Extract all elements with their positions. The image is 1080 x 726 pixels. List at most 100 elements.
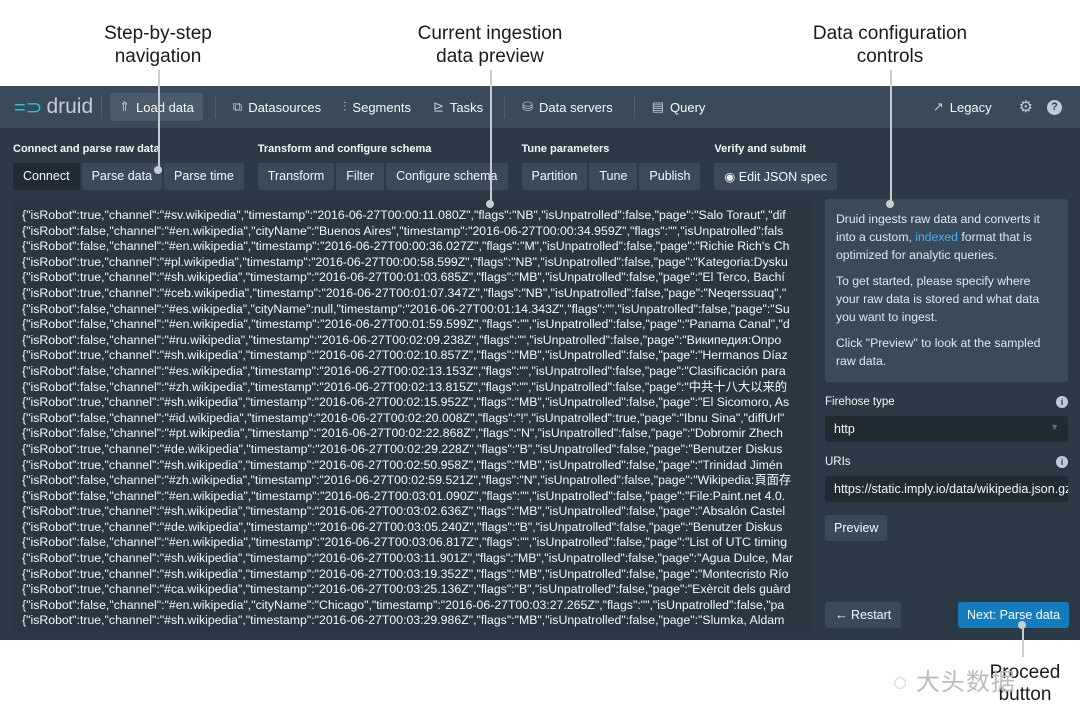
leader-line	[158, 70, 160, 170]
preview-row: {"isRobot":true,"channel":"#de.wikipedia…	[22, 519, 783, 534]
annotation-line: Current ingestion	[417, 23, 563, 44]
druid-console: =⊃ druid ⇑ Load data ⧉ Datasources ⫶ Segment…	[0, 86, 1080, 640]
wechat-icon: ◌	[893, 669, 916, 696]
leader-line	[1022, 625, 1024, 657]
step-label: Edit JSON spec	[738, 170, 828, 184]
intro-card: Druid ingests raw data and converts it i…	[825, 199, 1068, 382]
intro-paragraph: Click "Preview" to look at the sampled r…	[836, 336, 1041, 368]
nav-label: Legacy	[949, 99, 992, 115]
stage-title: Tune parameters	[521, 143, 610, 155]
stage-transform: Transform and configure schema Transform…	[257, 143, 508, 190]
select-value: http	[834, 422, 855, 436]
preview-row: {"isRobot":false,"channel":"#es.wikipedi…	[22, 301, 790, 316]
nav-label: Segments	[352, 99, 411, 115]
button-label: Restart	[850, 608, 892, 622]
annotation-line: Step-by-step	[104, 23, 212, 44]
tasks-icon: ⊵	[432, 99, 444, 114]
info-icon[interactable]: i	[1056, 456, 1068, 468]
step-parse-time[interactable]: Parse time	[164, 163, 244, 190]
stage-title: Connect and parse raw data	[13, 143, 160, 155]
preview-row: {"isRobot":true,"channel":"#ca.wikipedia…	[22, 582, 791, 597]
nav-data-servers[interactable]: ⛁ Data servers	[513, 93, 622, 121]
data-preview[interactable]: {"isRobot":true,"channel":"#sv.wikipedia…	[13, 199, 813, 631]
leader-dot	[886, 200, 894, 208]
database-icon: ⛁	[522, 99, 534, 114]
intro-paragraph: To get started, please specify where you…	[836, 274, 1040, 324]
preview-row: {"isRobot":false,"channel":"#ru.wikipedi…	[22, 332, 782, 347]
help-icon[interactable]: ?	[1047, 99, 1062, 115]
preview-row: {"isRobot":false,"channel":"#pt.wikipedi…	[22, 426, 784, 441]
preview-row: {"isRobot":true,"channel":"#sh.wikipedia…	[22, 613, 785, 628]
watermark: ◌ 大头数据	[893, 662, 1016, 697]
druid-logo[interactable]: =⊃ druid	[14, 95, 93, 120]
preview-row: {"isRobot":false,"channel":"#id.wikipedi…	[22, 410, 785, 425]
nav-label: Datasources	[248, 99, 322, 115]
step-edit-json-spec[interactable]: ◉ Edit JSON spec	[714, 163, 838, 190]
druid-logo-icon: =⊃	[14, 96, 43, 119]
preview-row: {"isRobot":false,"channel":"#en.wikipedi…	[22, 597, 785, 612]
stage-title: Verify and submit	[714, 143, 807, 155]
stage-tune: Tune parameters Partition Tune Publish	[521, 143, 701, 190]
annotation-line: navigation	[114, 46, 202, 67]
leader-dot	[1018, 621, 1026, 629]
leader-dot	[154, 166, 162, 174]
preview-row: {"isRobot":false,"channel":"#en.wikipedi…	[22, 239, 790, 254]
nav-datasources[interactable]: ⧉ Datasources	[224, 93, 330, 121]
config-panel: Druid ingests raw data and converts it i…	[825, 199, 1068, 541]
gear-icon[interactable]: ⚙	[1019, 97, 1033, 117]
step-filter[interactable]: Filter	[336, 163, 385, 190]
preview-row: {"isRobot":true,"channel":"#sh.wikipedia…	[22, 395, 790, 410]
preview-row: {"isRobot":true,"channel":"#de.wikipedia…	[22, 441, 783, 456]
leader-dot	[486, 200, 494, 208]
step-navigation: Connect and parse raw data Connect Parse …	[13, 143, 838, 190]
stage-verify: Verify and submit ◉ Edit JSON spec	[714, 143, 838, 190]
annotation-preview: Current ingestion data preview	[390, 22, 590, 68]
nav-tasks[interactable]: ⊵ Tasks	[424, 93, 492, 121]
datasources-icon: ⧉	[232, 99, 243, 114]
annotation-line: data preview	[436, 46, 544, 67]
preview-row: {"isRobot":false,"channel":"#es.wikipedi…	[22, 363, 786, 378]
nav-segments[interactable]: ⫶ Segments	[334, 93, 420, 121]
restart-button[interactable]: ← Restart	[825, 602, 902, 628]
eye-icon: ◉	[724, 170, 739, 184]
firehose-type-select[interactable]: http ▼	[825, 416, 1068, 442]
nav-label: Load data	[136, 99, 194, 115]
preview-row: {"isRobot":true,"channel":"#pl.wikipedia…	[22, 254, 788, 269]
preview-row: {"isRobot":true,"channel":"#ceb.wikipedi…	[22, 285, 787, 300]
legacy-link[interactable]: ↗ Legacy	[924, 93, 1001, 121]
nav-query[interactable]: ▤ Query	[643, 93, 715, 121]
next-parse-data-button[interactable]: Next: Parse data	[958, 602, 1070, 628]
upload-icon: ⇑	[119, 99, 131, 114]
nav-label: Tasks	[449, 99, 484, 115]
leader-line	[890, 70, 892, 204]
preview-row: {"isRobot":true,"channel":"#sh.wikipedia…	[22, 551, 794, 566]
external-link-icon: ↗	[932, 99, 944, 114]
step-connect[interactable]: Connect	[13, 163, 80, 190]
step-transform[interactable]: Transform	[257, 163, 335, 190]
step-parse-data[interactable]: Parse data	[81, 163, 163, 190]
nav-load-data[interactable]: ⇑ Load data	[110, 93, 203, 121]
preview-row: {"isRobot":false,"channel":"#zh.wikipedi…	[22, 379, 788, 394]
caret-down-icon: ▼	[1050, 422, 1059, 432]
divider	[504, 96, 506, 118]
logo-text: druid	[46, 95, 94, 118]
step-publish[interactable]: Publish	[639, 163, 701, 190]
indexed-link[interactable]: indexed	[915, 230, 958, 244]
watermark-text: 大头数据	[915, 669, 1016, 696]
divider	[214, 96, 216, 118]
preview-button[interactable]: Preview	[825, 515, 888, 541]
query-icon: ▤	[651, 99, 665, 114]
arrow-left-icon: ←	[835, 608, 851, 622]
divider	[633, 96, 635, 118]
annotation-navigation: Step-by-step navigation	[78, 22, 238, 68]
preview-row: {"isRobot":false,"channel":"#en.wikipedi…	[22, 535, 788, 550]
preview-row: {"isRobot":true,"channel":"#sv.wikipedia…	[22, 208, 786, 222]
preview-row: {"isRobot":true,"channel":"#sh.wikipedia…	[22, 348, 788, 363]
info-icon[interactable]: i	[1056, 396, 1068, 408]
step-partition[interactable]: Partition	[521, 163, 588, 190]
stage-connect: Connect and parse raw data Connect Parse …	[13, 143, 244, 190]
step-tune[interactable]: Tune	[589, 163, 638, 190]
uris-label: URIs	[825, 456, 851, 468]
preview-row: {"isRobot":false,"channel":"#en.wikipedi…	[22, 317, 790, 332]
uris-input[interactable]: https://static.imply.io/data/wikipedia.j…	[825, 476, 1068, 502]
